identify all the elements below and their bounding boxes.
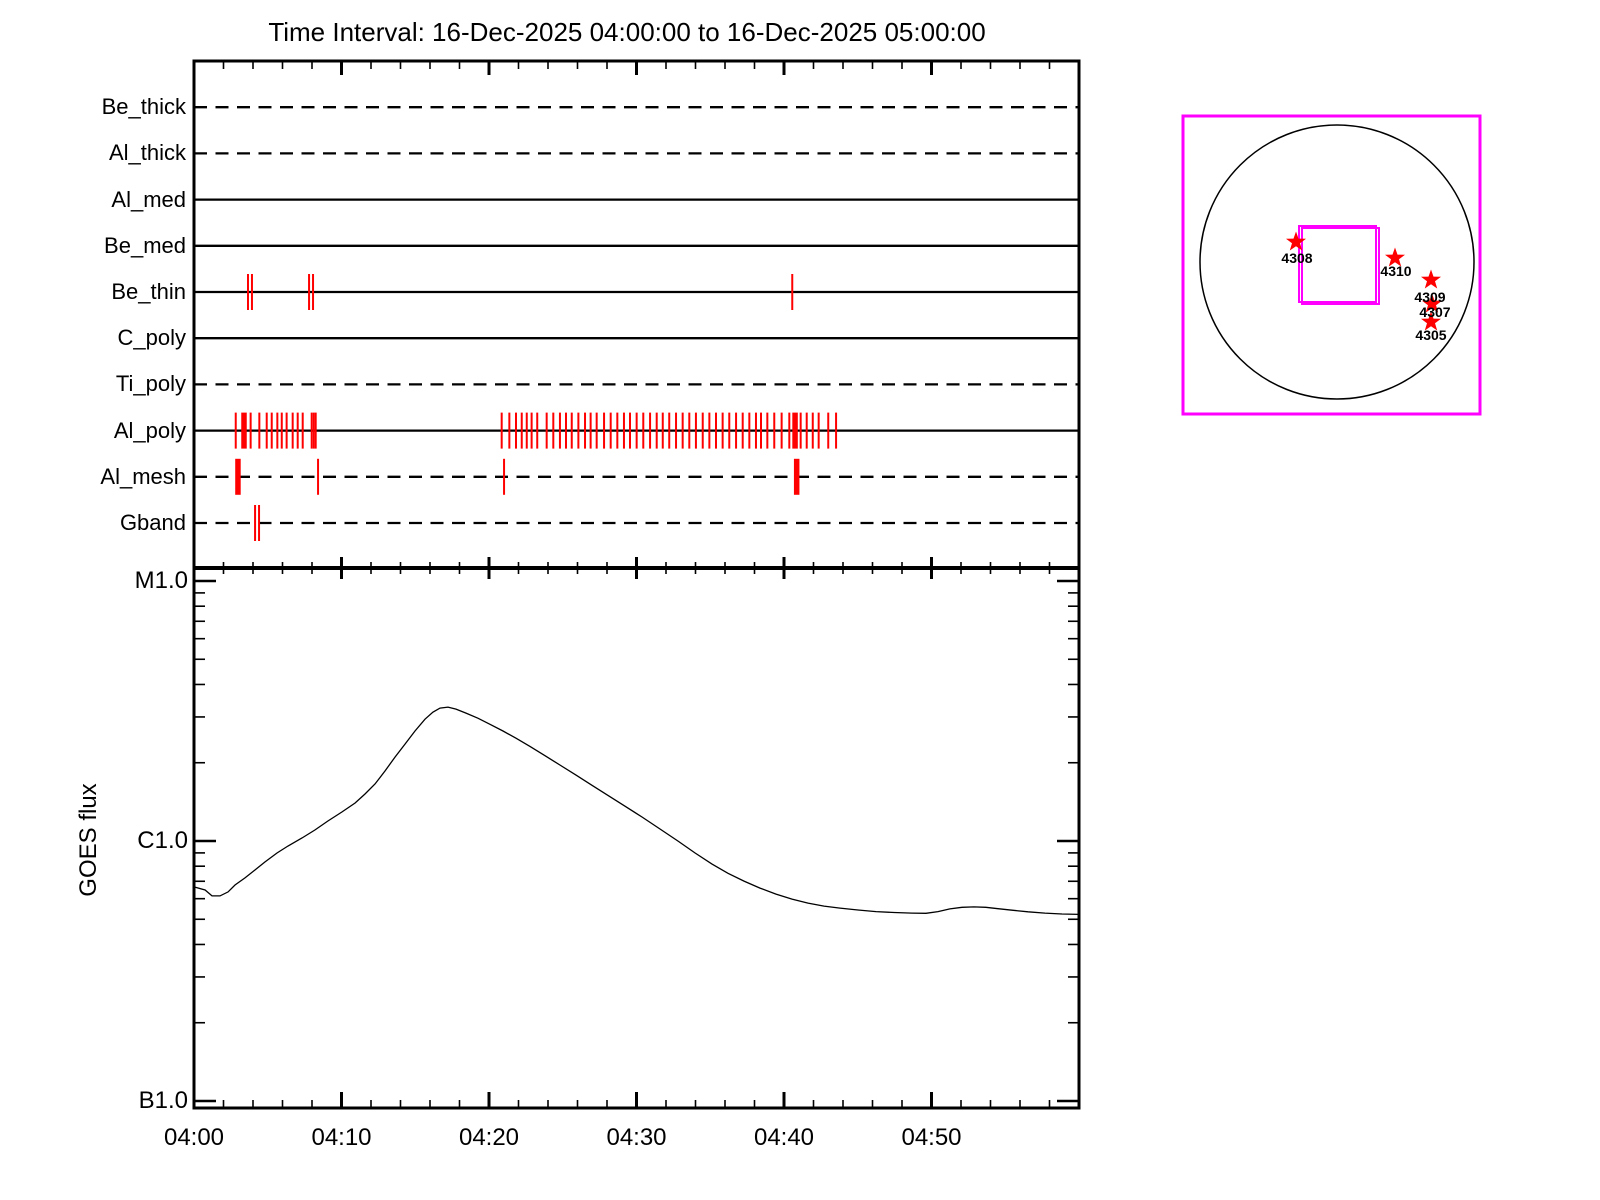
goes-flux-axis-title: GOES flux <box>75 783 102 897</box>
xrt-fov-box <box>1301 227 1380 305</box>
active-region-label-4308: 4308 <box>1281 250 1313 266</box>
plots-svg <box>192 59 1482 1110</box>
active-region-label-4307: 4307 <box>1419 304 1451 320</box>
active-region-label-4310: 4310 <box>1380 263 1412 279</box>
filter-row-label-Al_thick: Al_thick <box>108 140 186 166</box>
active-region-label-4305: 4305 <box>1415 327 1447 343</box>
goes-y-tick-label-C1.0: C1.0 <box>137 827 188 854</box>
sun-frame-box <box>1181 114 1482 416</box>
filter-row-label-Al_med: Al_med <box>111 186 186 212</box>
active-region-star-4309 <box>1421 269 1441 289</box>
solar-limb-circle <box>1199 124 1475 400</box>
filter-row-label-Ti_poly: Ti_poly <box>115 371 186 397</box>
time-tick-label-04:30: 04:30 <box>606 1124 667 1151</box>
filter-row-label-Be_thin: Be_thin <box>111 279 186 304</box>
page-title: Time Interval: 16-Dec-2025 04:00:00 to 1… <box>268 17 986 47</box>
xrt-flare-catalog-plot: Time Interval: 16-Dec-2025 04:00:00 to 1… <box>0 0 1600 1200</box>
filter-row-label-Be_med: Be_med <box>104 232 186 258</box>
active-region-label-4309: 4309 <box>1414 289 1446 305</box>
goes-flux-curve <box>193 706 1080 916</box>
time-tick-label-04:20: 04:20 <box>458 1124 520 1151</box>
filter-row-label-Gband: Gband <box>119 510 186 535</box>
filter-row-label-C_poly: C_poly <box>117 325 186 351</box>
time-tick-label-04:00: 04:00 <box>163 1124 225 1151</box>
goes-y-tick-label-M1.0: M1.0 <box>134 567 188 594</box>
time-tick-label-04:10: 04:10 <box>311 1124 372 1151</box>
filter-row-label-Al_poly: Al_poly <box>113 417 186 443</box>
filter-row-label-Al_mesh: Al_mesh <box>100 463 186 489</box>
time-tick-label-04:50: 04:50 <box>901 1124 962 1151</box>
time-tick-label-04:40: 04:40 <box>753 1124 815 1151</box>
filter-row-label-Be_thick: Be_thick <box>101 94 186 120</box>
goes-y-tick-label-B1.0: B1.0 <box>138 1087 188 1114</box>
